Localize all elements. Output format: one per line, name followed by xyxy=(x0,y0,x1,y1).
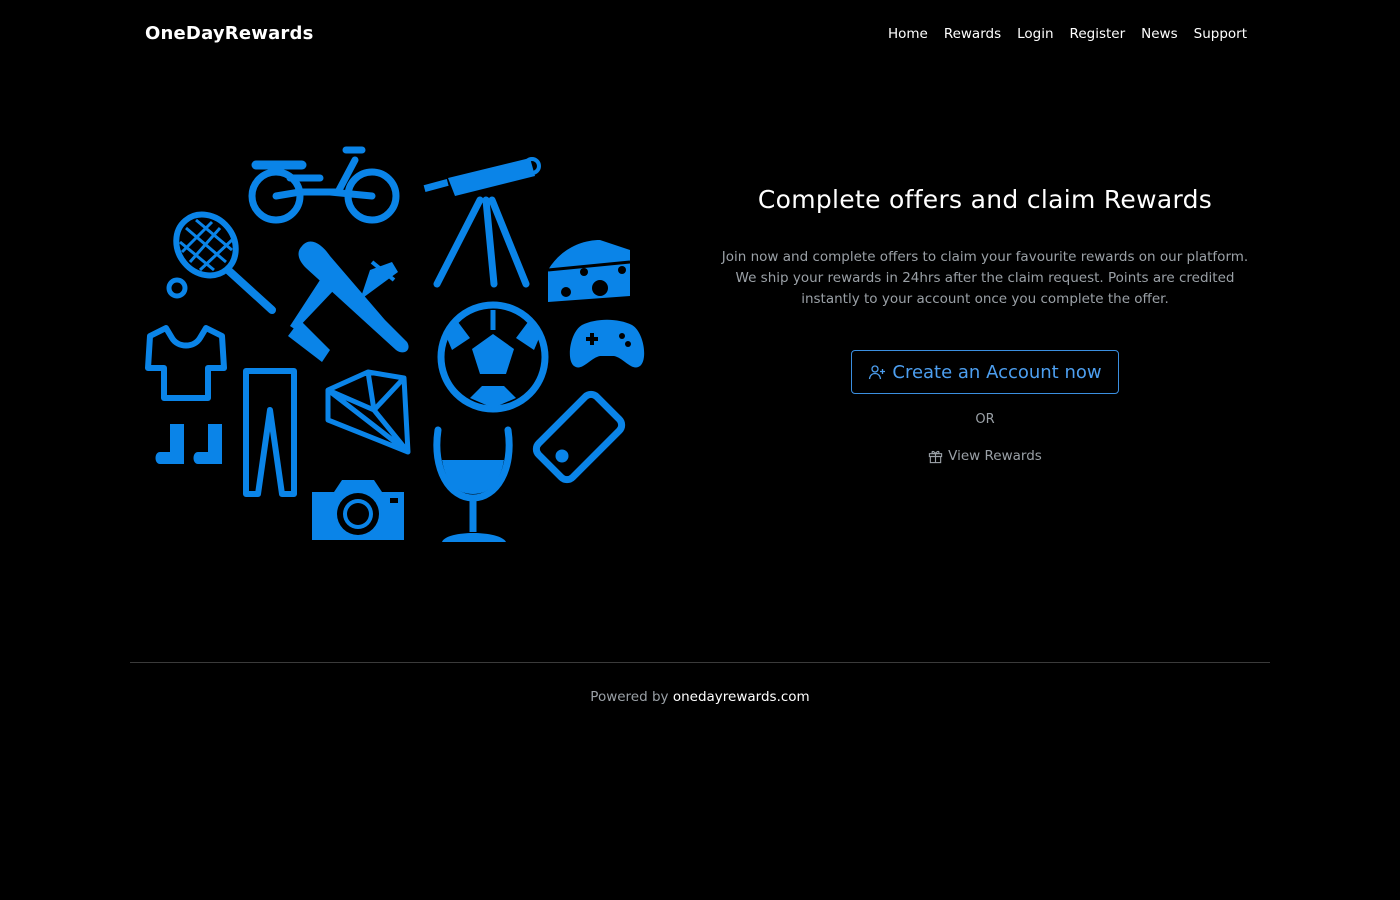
camera-icon xyxy=(312,480,404,540)
brand-logo[interactable]: OneDayRewards xyxy=(145,23,314,44)
create-account-button[interactable]: Create an Account now xyxy=(851,350,1119,394)
pants-icon xyxy=(243,368,297,497)
nav-support[interactable]: Support xyxy=(1194,26,1247,42)
telescope-icon xyxy=(423,157,541,288)
wine-glass-icon xyxy=(433,426,513,542)
tshirt-icon xyxy=(145,325,227,401)
navbar: OneDayRewards Home Rewards Login Registe… xyxy=(0,0,1400,70)
or-separator: OR xyxy=(975,412,995,427)
smartphone-icon xyxy=(532,390,626,484)
powered-by-text: Powered by xyxy=(590,689,669,705)
nav-home[interactable]: Home xyxy=(888,26,928,42)
user-plus-icon xyxy=(869,365,886,380)
footer-divider xyxy=(130,662,1270,663)
gift-icon xyxy=(929,450,943,463)
gamepad-icon xyxy=(569,319,645,368)
motorcycle-icon xyxy=(248,146,400,224)
nav-news[interactable]: News xyxy=(1141,26,1177,42)
nav-rewards[interactable]: Rewards xyxy=(944,26,1001,42)
nav-register[interactable]: Register xyxy=(1070,26,1126,42)
view-rewards-link[interactable]: View Rewards xyxy=(928,448,1042,464)
airplane-icon xyxy=(288,241,409,362)
diamond-icon xyxy=(325,369,411,455)
cheese-icon xyxy=(547,240,631,302)
socks-icon xyxy=(155,424,222,464)
rewards-illustration xyxy=(145,146,645,542)
hero-title: Complete offers and claim Rewards xyxy=(757,185,1213,214)
soccer-ball-icon xyxy=(437,301,549,413)
view-rewards-label: View Rewards xyxy=(948,448,1042,464)
create-account-label: Create an Account now xyxy=(892,361,1102,383)
footer: Powered by onedayrewards.com xyxy=(0,689,1400,705)
nav-login[interactable]: Login xyxy=(1017,26,1053,42)
footer-site-link[interactable]: onedayrewards.com xyxy=(673,689,810,705)
hero-description: Join now and complete offers to claim yo… xyxy=(721,249,1249,307)
tennis-racket-icon xyxy=(166,211,276,314)
nav-links: Home Rewards Login Register News Support xyxy=(888,26,1247,42)
hero-section: Complete offers and claim Rewards Join n… xyxy=(700,185,1270,468)
